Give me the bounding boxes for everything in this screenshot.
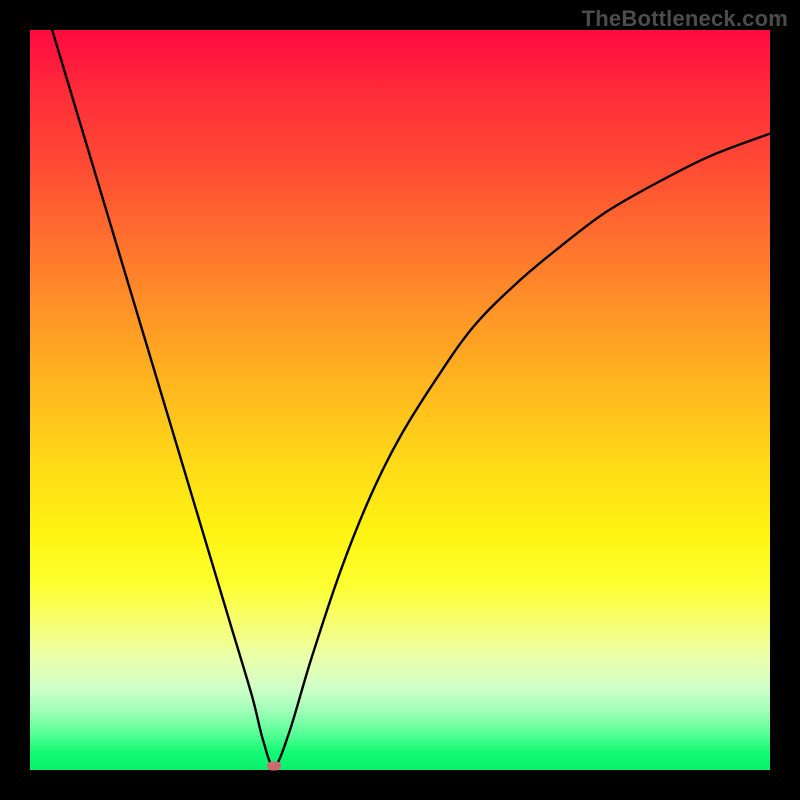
curve-layer — [30, 30, 770, 770]
chart-frame: TheBottleneck.com — [0, 0, 800, 800]
bottleneck-curve — [52, 30, 770, 766]
minimum-marker — [267, 762, 281, 771]
plot-area — [30, 30, 770, 770]
watermark-text: TheBottleneck.com — [582, 6, 788, 32]
